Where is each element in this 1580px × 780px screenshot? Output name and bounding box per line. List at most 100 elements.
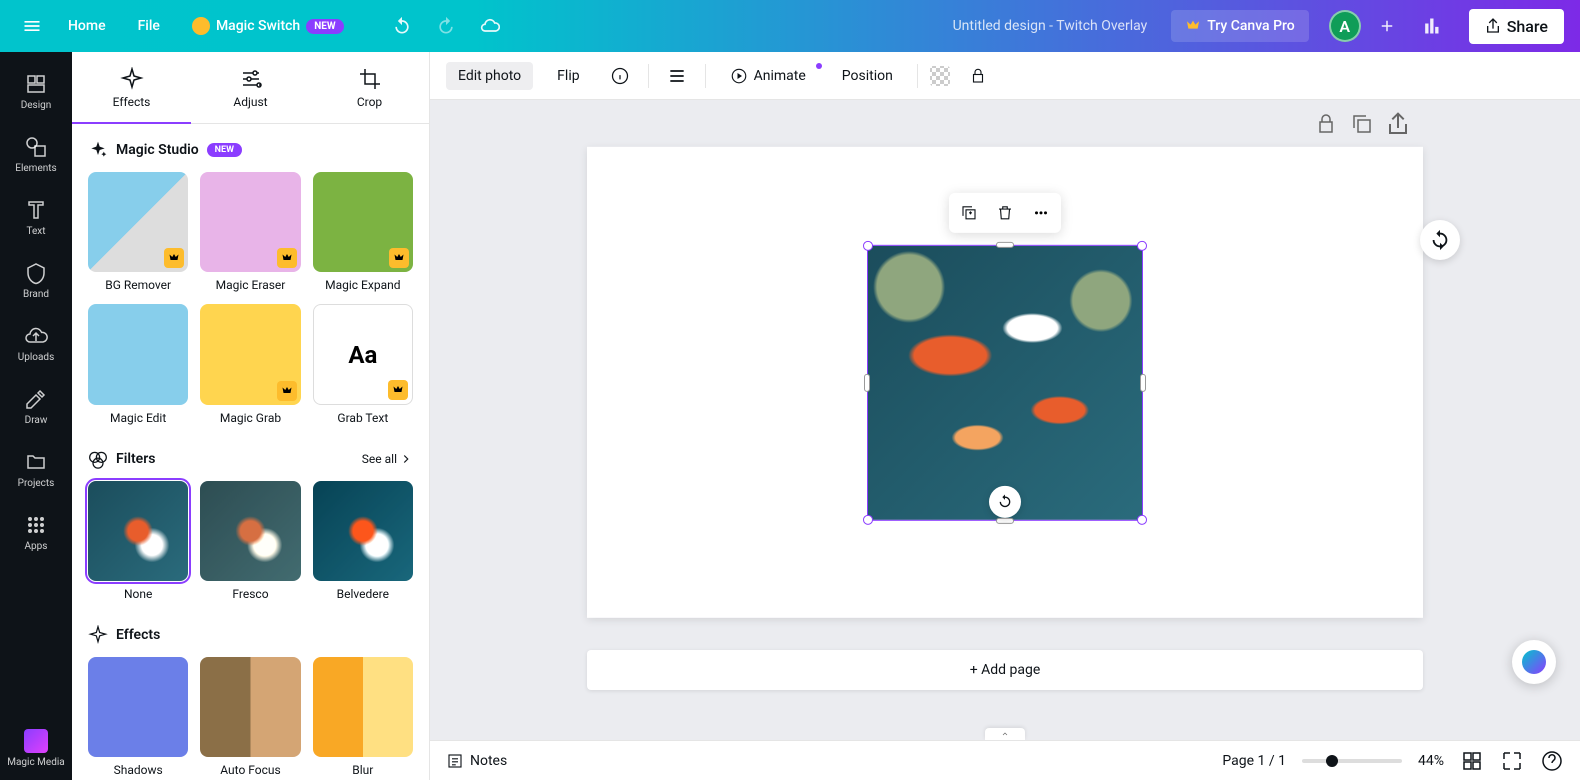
canvas-viewport[interactable]: + Add page <box>430 100 1580 740</box>
resize-handle-br[interactable] <box>1137 515 1147 525</box>
undo-button[interactable] <box>384 8 420 44</box>
resize-edge-bottom[interactable] <box>996 518 1014 524</box>
rail-text[interactable]: Text <box>0 186 72 249</box>
rail-brand[interactable]: Brand <box>0 249 72 312</box>
rail-design[interactable]: Design <box>0 60 72 123</box>
resize-handle-tr[interactable] <box>1137 241 1147 251</box>
tool-label: Magic Expand <box>325 278 400 292</box>
selected-image[interactable] <box>867 245 1143 521</box>
tab-crop[interactable]: Crop <box>310 52 429 123</box>
position-button[interactable]: Position <box>830 62 905 90</box>
notes-button[interactable]: Notes <box>446 752 507 770</box>
animate-icon <box>730 67 748 85</box>
apps-icon <box>24 513 48 537</box>
canvas-page[interactable] <box>587 147 1423 618</box>
flip-button[interactable]: Flip <box>545 62 591 90</box>
tool-grab-text[interactable]: Aa Grab Text <box>313 304 413 424</box>
tab-adjust[interactable]: Adjust <box>191 52 310 123</box>
assistant-button[interactable] <box>1512 640 1556 684</box>
pro-badge-icon <box>164 248 184 268</box>
page-indicator[interactable]: Page 1 / 1 <box>1222 753 1286 769</box>
try-canva-pro-button[interactable]: Try Canva Pro <box>1171 10 1308 42</box>
rail-apps[interactable]: Apps <box>0 501 72 564</box>
transparency-button[interactable] <box>930 66 950 86</box>
filters-grid: None Fresco Belvedere <box>88 481 413 601</box>
filters-icon <box>88 449 108 469</box>
magic-studio-header: Magic Studio NEW <box>88 140 413 160</box>
rail-uploads[interactable]: Uploads <box>0 312 72 375</box>
filter-fresco[interactable]: Fresco <box>200 481 300 601</box>
tool-magic-expand[interactable]: Magic Expand <box>313 172 413 292</box>
notes-label: Notes <box>470 753 507 769</box>
rail-elements[interactable]: Elements <box>0 123 72 186</box>
plus-icon <box>1378 17 1396 35</box>
effect-auto-focus[interactable]: Auto Focus <box>200 657 300 777</box>
add-page-button[interactable]: + Add page <box>587 650 1423 690</box>
tab-effects[interactable]: Effects <box>72 52 191 123</box>
filter-belvedere-thumb <box>313 481 413 581</box>
zoom-slider-thumb[interactable] <box>1326 755 1338 767</box>
design-icon <box>24 72 48 96</box>
resize-edge-right[interactable] <box>1140 374 1146 392</box>
delete-element-button[interactable] <box>989 197 1021 229</box>
zoom-slider[interactable] <box>1302 759 1402 763</box>
hamburger-icon <box>22 16 42 36</box>
more-icon <box>1032 204 1050 222</box>
edit-photo-button[interactable]: Edit photo <box>446 62 533 90</box>
page-lock-button[interactable] <box>1314 112 1338 136</box>
rail-brand-label: Brand <box>23 289 49 300</box>
magic-switch-button[interactable]: Magic Switch NEW <box>180 11 356 41</box>
rail-projects[interactable]: Projects <box>0 438 72 501</box>
panel-tabs: Effects Adjust Crop <box>72 52 429 124</box>
cloud-sync-button[interactable] <box>472 8 508 44</box>
filter-belvedere[interactable]: Belvedere <box>313 481 413 601</box>
file-menu[interactable]: File <box>126 10 172 42</box>
tool-magic-edit[interactable]: Magic Edit <box>88 304 188 424</box>
collapse-pages-button[interactable] <box>985 728 1025 740</box>
resize-handle-tl[interactable] <box>863 241 873 251</box>
resize-edge-left[interactable] <box>864 374 870 392</box>
fullscreen-button[interactable] <box>1500 749 1524 773</box>
analytics-button[interactable] <box>1413 8 1449 44</box>
effect-shadows[interactable]: Shadows <box>88 657 188 777</box>
user-avatar[interactable]: A <box>1329 10 1361 42</box>
animate-label: Animate <box>754 68 806 84</box>
list-button[interactable] <box>661 60 693 92</box>
info-button[interactable] <box>604 60 636 92</box>
pro-badge-icon <box>277 381 297 401</box>
help-button[interactable] <box>1540 749 1564 773</box>
rail-magic-media-label: Magic Media <box>7 757 64 768</box>
page-duplicate-button[interactable] <box>1350 112 1374 136</box>
rail-projects-label: Projects <box>18 478 55 489</box>
lock-button[interactable] <box>962 60 994 92</box>
tool-bg-remover[interactable]: BG Remover <box>88 172 188 292</box>
zoom-value[interactable]: 44% <box>1418 753 1444 769</box>
effect-blur[interactable]: Blur <box>313 657 413 777</box>
grid-view-button[interactable] <box>1460 749 1484 773</box>
add-member-button[interactable] <box>1369 8 1405 44</box>
rotate-button[interactable] <box>989 486 1021 518</box>
more-element-button[interactable] <box>1025 197 1057 229</box>
resize-handle-bl[interactable] <box>863 515 873 525</box>
regenerate-button[interactable] <box>1420 220 1460 260</box>
panel-content[interactable]: Magic Studio NEW BG Remover Magic Eraser… <box>72 124 429 780</box>
resize-edge-top[interactable] <box>996 242 1014 248</box>
tool-magic-grab[interactable]: Magic Grab <box>200 304 300 424</box>
hamburger-menu-button[interactable] <box>16 10 48 42</box>
duplicate-element-button[interactable] <box>953 197 985 229</box>
filter-none[interactable]: None <box>88 481 188 601</box>
redo-button[interactable] <box>428 8 464 44</box>
document-title[interactable]: Untitled design - Twitch Overlay <box>953 18 1148 34</box>
rail-magic-media[interactable]: Magic Media <box>0 717 72 780</box>
page-export-button[interactable] <box>1386 112 1410 136</box>
tab-crop-label: Crop <box>357 95 382 109</box>
animate-button[interactable]: Animate <box>718 61 818 91</box>
chevron-right-icon <box>399 452 413 466</box>
filters-see-all[interactable]: See all <box>362 452 413 466</box>
page-actions <box>1314 112 1410 136</box>
tool-magic-eraser[interactable]: Magic Eraser <box>200 172 300 292</box>
home-link[interactable]: Home <box>56 10 118 42</box>
share-button[interactable]: Share <box>1469 9 1564 44</box>
rail-draw[interactable]: Draw <box>0 375 72 438</box>
filter-label: Belvedere <box>337 587 389 601</box>
